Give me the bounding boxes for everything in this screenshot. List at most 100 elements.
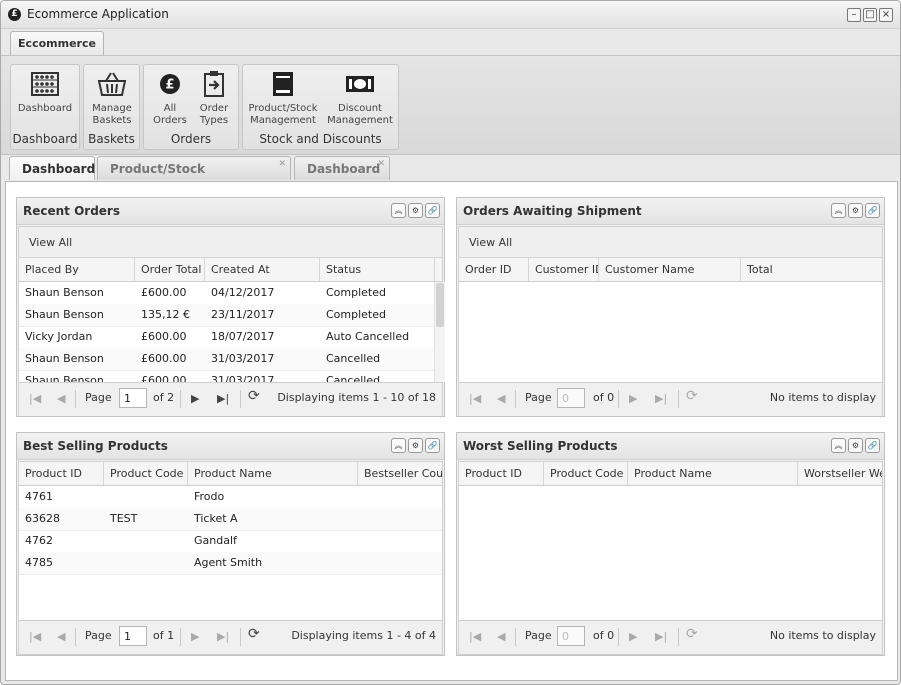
column-header[interactable]: Total [741, 258, 882, 281]
column-header[interactable]: Bestseller Count [358, 462, 442, 485]
best-selling-grid: Product ID Product Code Product Name Bes… [18, 461, 443, 655]
separator [180, 390, 181, 408]
first-page-icon[interactable]: |◀ [469, 630, 481, 644]
gear-icon[interactable]: ⚙ [848, 438, 863, 453]
collapse-icon[interactable]: ︽ [391, 203, 406, 218]
table-row[interactable]: Shaun Benson £600.00 04/12/2017 Complete… [19, 282, 434, 305]
next-page-icon[interactable]: ▶ [191, 630, 199, 644]
table-row[interactable]: 4762 Gandalf [19, 530, 442, 553]
page-number-input[interactable]: 1 [119, 626, 147, 646]
column-header[interactable]: Placed By [19, 258, 135, 281]
column-header[interactable]: Worstseller Week [798, 462, 882, 485]
all-orders-button[interactable]: £ All Orders [150, 71, 190, 127]
cell: Cancelled [326, 352, 381, 365]
cell: 63628 [25, 512, 60, 525]
maximize-icon[interactable]: □ [863, 8, 877, 22]
collapse-icon[interactable]: ︽ [831, 438, 846, 453]
refresh-icon[interactable]: ⟳ [686, 389, 698, 403]
manage-baskets-button[interactable]: Manage Baskets [86, 71, 138, 127]
column-header[interactable]: Product ID [19, 462, 104, 485]
pagination-bar: |◀ ◀ Page 0 of 0 ▶ ▶| ⟳ No items to disp… [459, 620, 882, 654]
cell: 4762 [25, 534, 53, 547]
prev-page-icon[interactable]: ◀ [57, 392, 65, 406]
pagination-bar: |◀ ◀ Page 1 of 1 ▶ ▶| ⟳ Displaying items… [19, 620, 442, 654]
column-header[interactable]: Customer Name [599, 258, 741, 281]
column-header[interactable]: Customer ID [529, 258, 599, 281]
table-row[interactable]: 4785 Agent Smith [19, 552, 442, 575]
prev-page-icon[interactable]: ◀ [497, 392, 505, 406]
table-row[interactable]: Shaun Benson £600.00 31/03/2017 Cancelle… [19, 370, 434, 382]
gear-icon[interactable]: ⚙ [408, 438, 423, 453]
discount-management-button[interactable]: Discount Management [325, 71, 395, 127]
first-page-icon[interactable]: |◀ [29, 392, 41, 406]
refresh-icon[interactable]: ⟳ [686, 627, 698, 641]
tab-dashboard[interactable]: Dashboard [9, 156, 95, 180]
close-tab-icon[interactable]: ✕ [377, 159, 385, 169]
table-row[interactable]: Shaun Benson 135,12 € 23/11/2017 Complet… [19, 304, 434, 327]
cell: 31/03/2017 [211, 374, 275, 382]
column-header[interactable]: Product Code [104, 462, 188, 485]
link-icon[interactable]: 🔗 [865, 203, 880, 218]
panel-header: Orders Awaiting Shipment ︽ ⚙ 🔗 [457, 198, 884, 225]
refresh-icon[interactable]: ⟳ [248, 627, 260, 641]
gear-icon[interactable]: ⚙ [408, 203, 423, 218]
column-header[interactable]: Product Code [544, 462, 628, 485]
last-page-icon[interactable]: ▶| [217, 392, 229, 406]
column-header[interactable]: Product Name [188, 462, 358, 485]
column-header[interactable]: Product ID [459, 462, 544, 485]
cell: 31/03/2017 [211, 352, 275, 365]
panel-header: Best Selling Products ︽ ⚙ 🔗 [17, 433, 444, 460]
column-header[interactable]: Created At [205, 258, 320, 281]
ribbon-group-stock-discounts: Product/Stock Management Discount Manage… [242, 64, 399, 150]
page-label: Page [85, 629, 112, 642]
last-page-icon[interactable]: ▶| [217, 630, 229, 644]
gear-icon[interactable]: ⚙ [848, 203, 863, 218]
tab-dashboard-2[interactable]: Dashboard ✕ [294, 156, 390, 180]
link-icon[interactable]: 🔗 [425, 438, 440, 453]
link-icon[interactable]: 🔗 [425, 203, 440, 218]
table-row[interactable]: Vicky Jordan £600.00 18/07/2017 Auto Can… [19, 326, 434, 349]
order-types-button[interactable]: Order Types [194, 71, 234, 127]
page-number-input[interactable]: 1 [119, 388, 147, 408]
scrollbar-thumb[interactable] [436, 283, 444, 327]
table-row[interactable]: 4761 Frodo [19, 486, 442, 509]
dashboard-button[interactable]: Dashboard [14, 71, 76, 115]
view-all-button[interactable]: View All [469, 236, 512, 249]
link-icon[interactable]: 🔗 [865, 438, 880, 453]
panel-header: Recent Orders ︽ ⚙ 🔗 [17, 198, 444, 225]
table-row[interactable]: 63628 TEST Ticket A [19, 508, 442, 531]
first-page-icon[interactable]: |◀ [469, 392, 481, 406]
prev-page-icon[interactable]: ◀ [57, 630, 65, 644]
refresh-icon[interactable]: ⟳ [248, 389, 260, 403]
all-orders-label: All Orders [153, 103, 187, 126]
page-number-input[interactable]: 0 [557, 626, 585, 646]
ribbon-group-baskets: Manage Baskets Baskets [83, 64, 140, 150]
next-page-icon[interactable]: ▶ [191, 392, 199, 406]
close-icon[interactable]: × [879, 8, 893, 22]
close-tab-icon[interactable]: ✕ [278, 159, 286, 169]
vertical-scrollbar[interactable] [434, 282, 445, 382]
ribbon-tab-ecommerce[interactable]: Eccommerce [10, 31, 104, 56]
prev-page-icon[interactable]: ◀ [497, 630, 505, 644]
separator [515, 390, 516, 408]
next-page-icon[interactable]: ▶ [629, 630, 637, 644]
recent-orders-grid: View All Placed By Order Total Created A… [18, 226, 445, 416]
grid-header: Placed By Order Total Created At Status [19, 258, 442, 282]
collapse-icon[interactable]: ︽ [391, 438, 406, 453]
collapse-icon[interactable]: ︽ [831, 203, 846, 218]
column-header[interactable]: Product Name [628, 462, 798, 485]
first-page-icon[interactable]: |◀ [29, 630, 41, 644]
column-header[interactable]: Order Total [135, 258, 205, 281]
last-page-icon[interactable]: ▶| [655, 392, 667, 406]
display-info: No items to display [769, 629, 876, 642]
last-page-icon[interactable]: ▶| [655, 630, 667, 644]
column-header[interactable]: Status [320, 258, 435, 281]
view-all-button[interactable]: View All [29, 236, 72, 249]
column-header[interactable]: Order ID [459, 258, 529, 281]
minimize-icon[interactable]: – [847, 8, 861, 22]
page-number-input[interactable]: 0 [557, 388, 585, 408]
tab-product-stock-management[interactable]: Product/Stock Management ✕ [97, 156, 291, 200]
table-row[interactable]: Shaun Benson £600.00 31/03/2017 Cancelle… [19, 348, 434, 371]
next-page-icon[interactable]: ▶ [629, 392, 637, 406]
product-stock-button[interactable]: Product/Stock Management [247, 71, 319, 127]
